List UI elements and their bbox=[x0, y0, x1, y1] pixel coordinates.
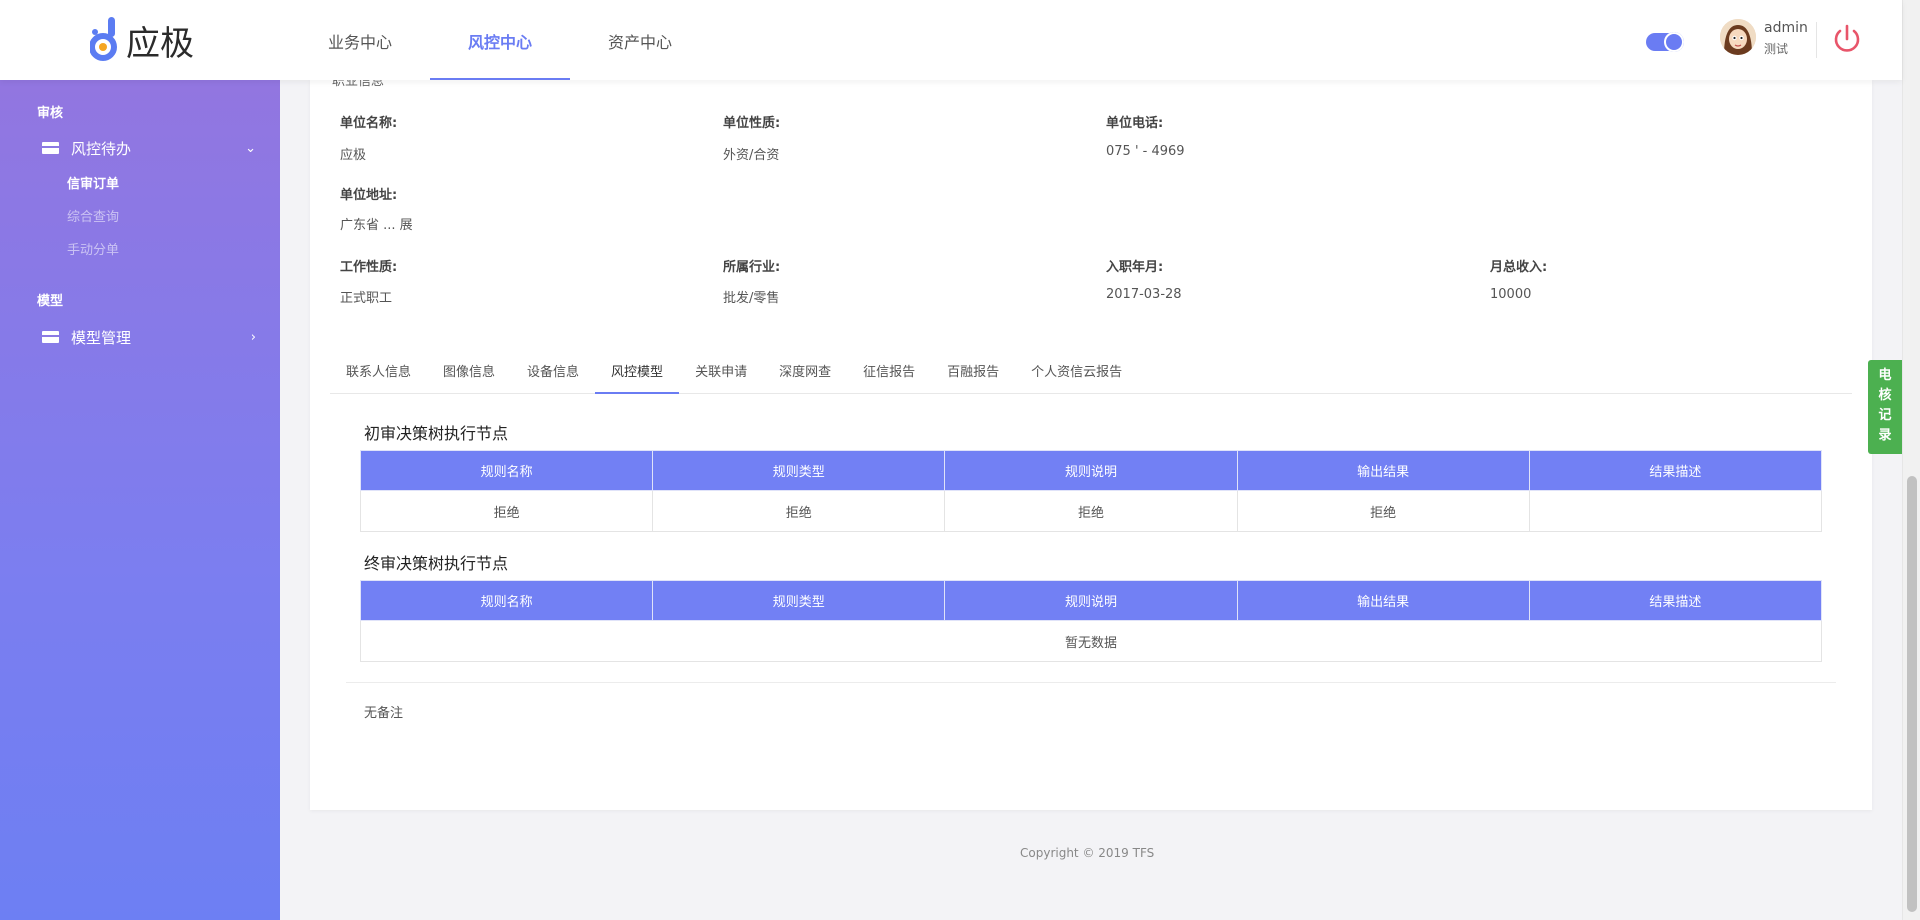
unit-name-value: 应极 bbox=[340, 148, 367, 163]
unit-name-label: 单位名称: bbox=[340, 116, 398, 131]
chevron-right-icon: › bbox=[250, 329, 256, 345]
header-divider bbox=[1816, 22, 1817, 58]
top-header: 应极 业务中心 风控中心 资产中心 admin 测试 bbox=[0, 0, 1902, 80]
final-review-title: 终审决策树执行节点 bbox=[364, 554, 509, 573]
call-record-tab[interactable]: 电 核 记 录 bbox=[1868, 360, 1902, 454]
unit-phone-label: 单位电话: bbox=[1106, 116, 1164, 131]
unit-type-value: 外资/合资 bbox=[723, 148, 780, 163]
col-rule-type: 规则类型 bbox=[652, 580, 946, 621]
tab-related-apps[interactable]: 关联申请 bbox=[679, 352, 763, 394]
table-row: 暂无数据 bbox=[360, 620, 1822, 662]
table-header-row: 规则名称 规则类型 规则说明 输出结果 结果描述 bbox=[359, 580, 1823, 621]
sidebar-item-risk-todo[interactable]: 风控待办 ⌄ bbox=[42, 134, 256, 162]
table-cell: 拒绝 bbox=[944, 490, 1238, 532]
power-icon[interactable] bbox=[1830, 22, 1864, 56]
table-cell bbox=[1528, 490, 1823, 532]
float-tab-char: 核 bbox=[1878, 388, 1892, 403]
unit-phone-value: 075 ' - 4969 bbox=[1106, 144, 1185, 159]
table-cell: 拒绝 bbox=[1236, 490, 1530, 532]
col-result-desc: 结果描述 bbox=[1528, 580, 1823, 621]
sidebar-item-label: 风控待办 bbox=[71, 139, 132, 158]
tab-images[interactable]: 图像信息 bbox=[427, 352, 511, 394]
logo-text: 应极 bbox=[126, 23, 194, 64]
initial-review-title: 初审决策树执行节点 bbox=[364, 424, 509, 443]
user-role: 测试 bbox=[1764, 42, 1789, 56]
income-label: 月总收入: bbox=[1490, 260, 1548, 275]
tab-contacts[interactable]: 联系人信息 bbox=[330, 352, 427, 394]
entry-date-value: 2017-03-28 bbox=[1106, 287, 1182, 302]
sidebar-item-model-mgmt[interactable]: 模型管理 › bbox=[42, 323, 256, 351]
sidebar-subitem-credit-orders[interactable]: 信审订单 bbox=[67, 173, 119, 192]
col-rule-desc: 规则说明 bbox=[944, 450, 1238, 491]
float-tab-char: 录 bbox=[1878, 428, 1892, 443]
job-type-value: 正式职工 bbox=[340, 291, 393, 306]
avatar[interactable] bbox=[1720, 19, 1756, 55]
col-rule-name: 规则名称 bbox=[359, 450, 654, 491]
remark-text: 无备注 bbox=[364, 706, 404, 721]
chevron-down-icon: ⌄ bbox=[245, 140, 256, 156]
table-icon bbox=[42, 142, 59, 154]
col-rule-name: 规则名称 bbox=[359, 580, 654, 621]
unit-address-label: 单位地址: bbox=[340, 188, 398, 203]
logo-icon bbox=[90, 17, 117, 61]
nav-risk-center[interactable]: 风控中心 bbox=[430, 0, 570, 80]
industry-value: 批发/零售 bbox=[723, 291, 780, 306]
float-tab-char: 电 bbox=[1878, 368, 1892, 383]
sidebar: 审核 风控待办 ⌄ 信审订单 综合查询 手动分单 模型 模型管理 › bbox=[0, 80, 280, 920]
col-rule-type: 规则类型 bbox=[652, 450, 946, 491]
nav-asset-center[interactable]: 资产中心 bbox=[570, 0, 710, 80]
tab-bairong-report[interactable]: 百融报告 bbox=[931, 352, 1015, 394]
detail-tabs: 联系人信息 图像信息 设备信息 风控模型 关联申请 深度网查 征信报告 百融报告… bbox=[330, 352, 1852, 394]
detail-card: 职业信息 单位名称: 应极 单位性质: 外资/合资 单位电话: 075 ' - … bbox=[310, 74, 1872, 810]
sidebar-subitem-query[interactable]: 综合查询 bbox=[67, 206, 119, 225]
copyright-text: Copyright © 2019 TFS bbox=[1020, 846, 1155, 860]
tab-deep-web[interactable]: 深度网查 bbox=[763, 352, 847, 394]
table-icon bbox=[42, 331, 59, 343]
income-value: 10000 bbox=[1490, 287, 1532, 302]
col-result-desc: 结果描述 bbox=[1528, 450, 1823, 491]
job-type-label: 工作性质: bbox=[340, 260, 398, 275]
theme-toggle[interactable] bbox=[1646, 32, 1684, 52]
tab-device[interactable]: 设备信息 bbox=[511, 352, 595, 394]
sidebar-section-model: 模型 bbox=[37, 294, 64, 309]
tab-risk-model[interactable]: 风控模型 bbox=[595, 352, 680, 394]
top-nav: 业务中心 风控中心 资产中心 bbox=[290, 0, 710, 80]
sidebar-subitem-manual-assign[interactable]: 手动分单 bbox=[67, 239, 119, 258]
empty-state: 暂无数据 bbox=[360, 620, 1822, 662]
tab-personal-credit[interactable]: 个人资信云报告 bbox=[1015, 352, 1138, 394]
initial-review-table: 规则名称 规则类型 规则说明 输出结果 结果描述 拒绝 拒绝 拒绝 拒绝 bbox=[359, 450, 1823, 532]
divider bbox=[346, 682, 1836, 683]
nav-business-center[interactable]: 业务中心 bbox=[290, 0, 430, 80]
table-header-row: 规则名称 规则类型 规则说明 输出结果 结果描述 bbox=[359, 450, 1823, 491]
user-name: admin bbox=[1764, 20, 1808, 36]
industry-label: 所属行业: bbox=[723, 260, 781, 275]
sidebar-section-review: 审核 bbox=[37, 106, 64, 121]
unit-type-label: 单位性质: bbox=[723, 116, 781, 131]
table-cell: 拒绝 bbox=[652, 490, 946, 532]
table-cell: 拒绝 bbox=[359, 490, 654, 532]
tab-credit-report[interactable]: 征信报告 bbox=[847, 352, 931, 394]
logo[interactable]: 应极 bbox=[90, 14, 194, 66]
scrollbar[interactable] bbox=[1902, 0, 1920, 920]
unit-address-value: 广东省 ... 展 bbox=[340, 218, 413, 233]
table-row: 拒绝 拒绝 拒绝 拒绝 bbox=[359, 490, 1823, 532]
avatar-image bbox=[1720, 19, 1756, 55]
float-tab-char: 记 bbox=[1878, 408, 1892, 423]
final-review-table: 规则名称 规则类型 规则说明 输出结果 结果描述 暂无数据 bbox=[359, 580, 1823, 662]
sidebar-item-label: 模型管理 bbox=[71, 328, 132, 347]
col-output: 输出结果 bbox=[1236, 450, 1530, 491]
entry-date-label: 入职年月: bbox=[1106, 260, 1164, 275]
col-output: 输出结果 bbox=[1236, 580, 1530, 621]
col-rule-desc: 规则说明 bbox=[944, 580, 1238, 621]
scrollbar-thumb[interactable] bbox=[1907, 476, 1917, 912]
